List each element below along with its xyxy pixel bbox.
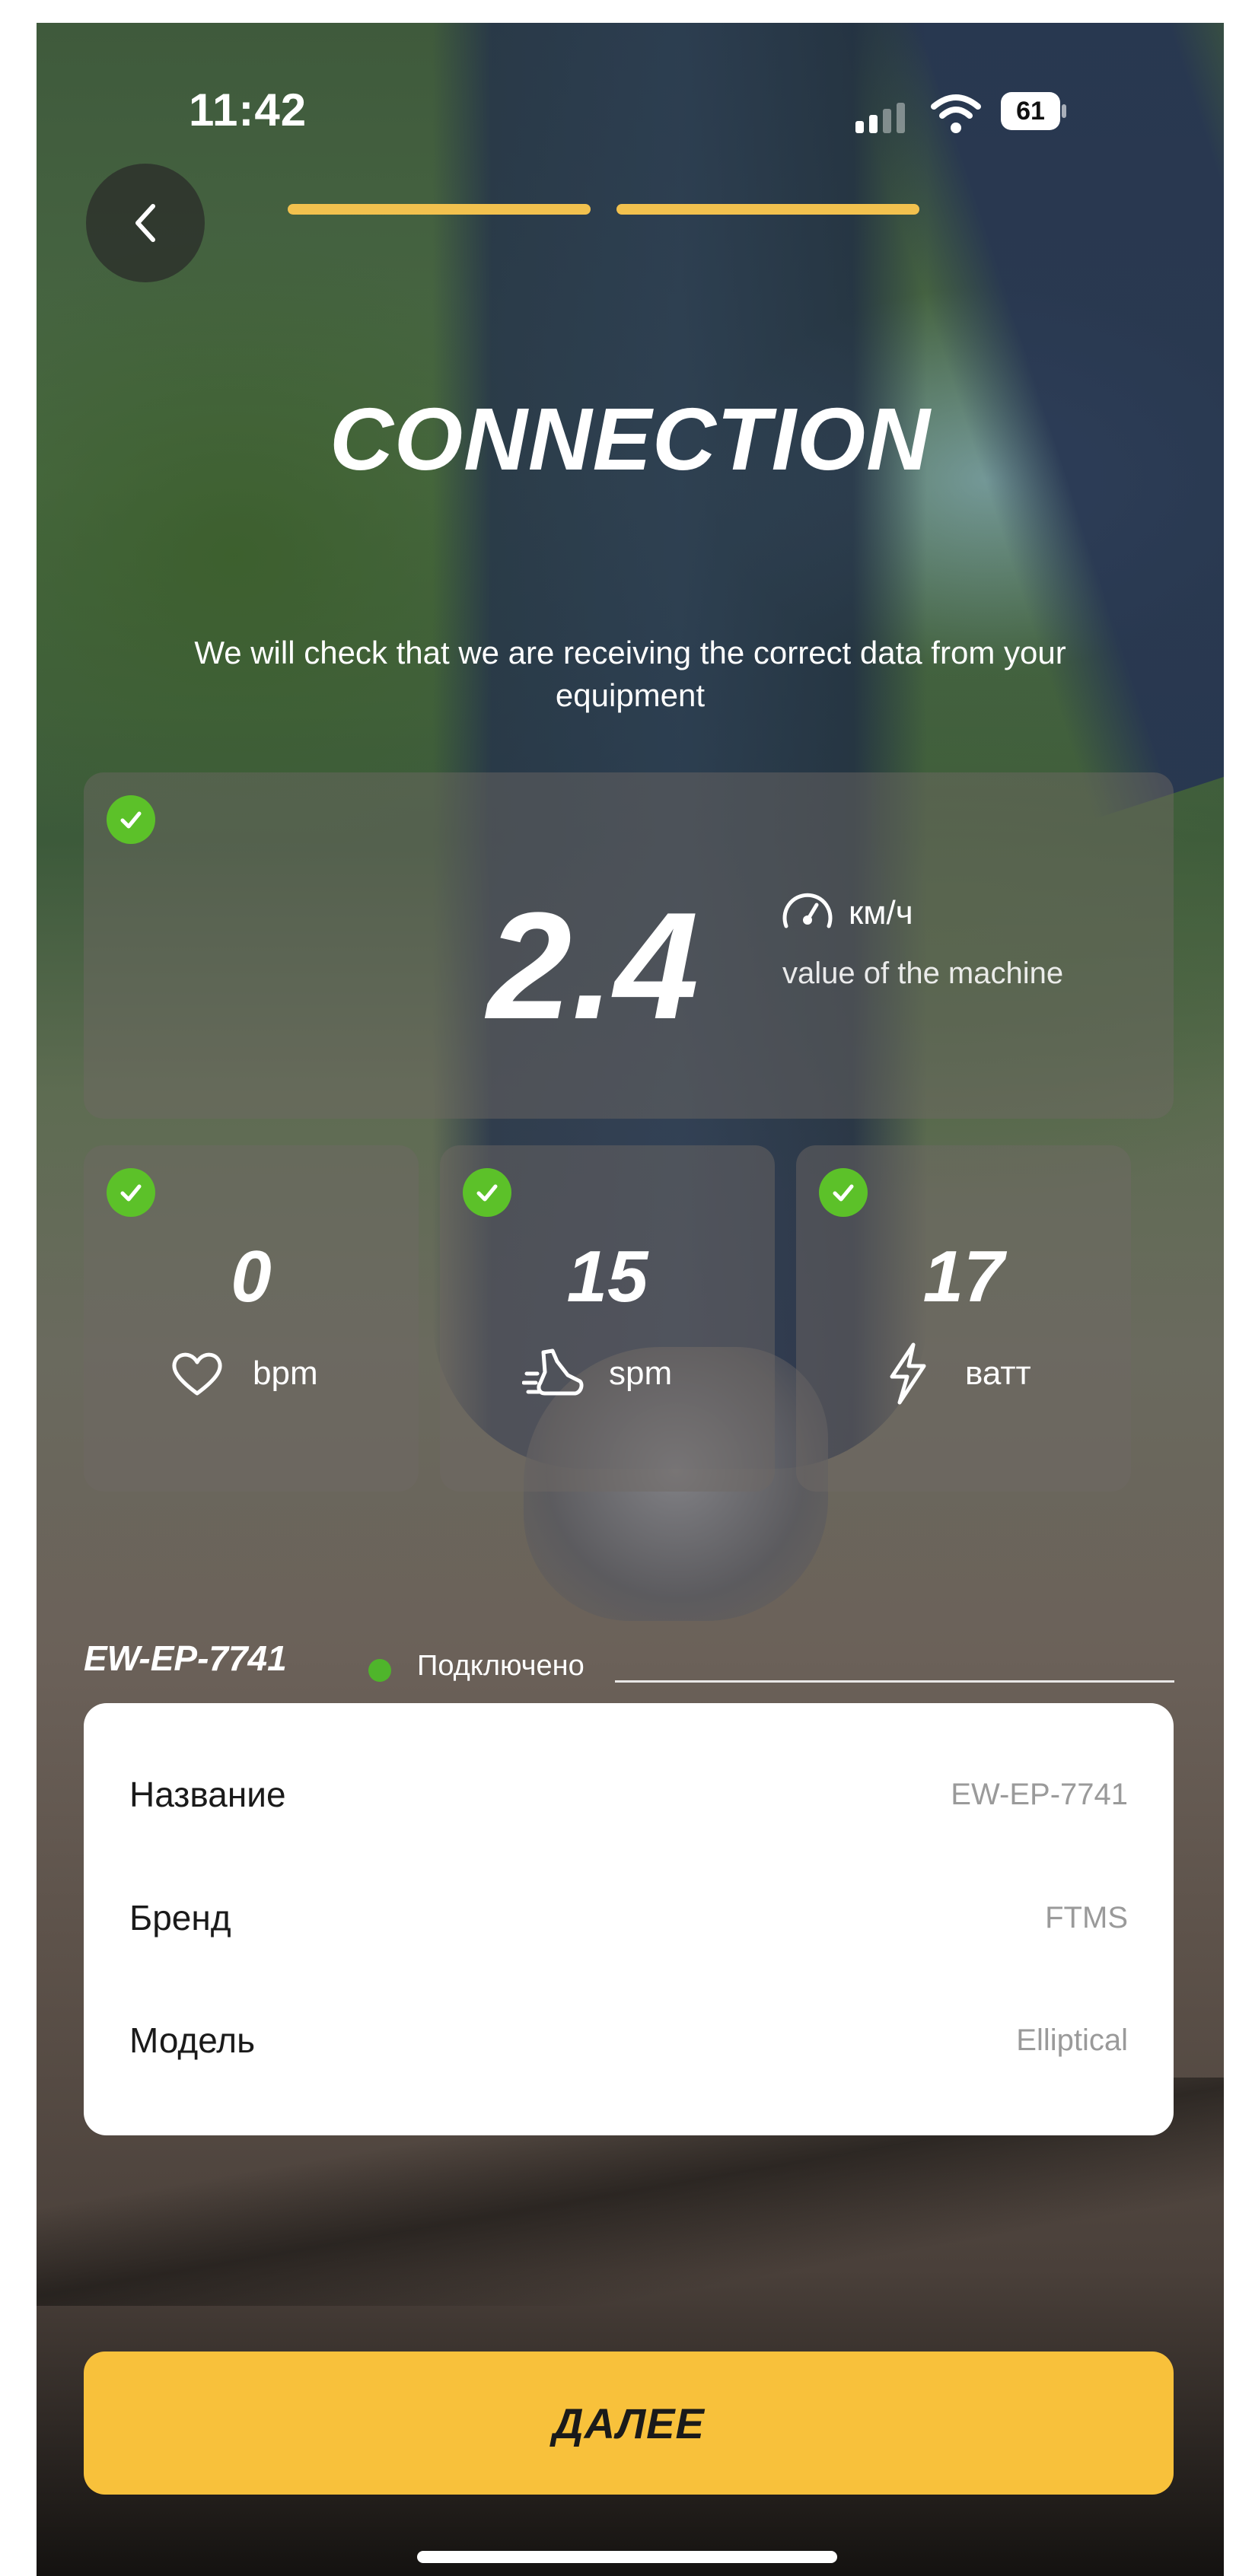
- speed-unit: км/ч: [849, 894, 913, 931]
- next-button[interactable]: ДАЛЕЕ: [84, 2352, 1174, 2495]
- metric-value: 17: [922, 1236, 1005, 1317]
- speedometer-icon: [782, 893, 833, 928]
- battery-icon: 61: [1000, 91, 1067, 131]
- metric-card-cadence: 15 spm: [440, 1145, 775, 1492]
- page-title: CONNECTION: [330, 390, 931, 489]
- metric-card-heart-rate: 0 bpm: [84, 1145, 419, 1492]
- metric-unit: bpm: [253, 1355, 318, 1392]
- heart-icon: [172, 1352, 222, 1396]
- app-screen: 11:42 61 CONNECTION We will check that w…: [37, 23, 1224, 2576]
- speed-caption: value of the machine: [782, 957, 1064, 990]
- info-value: Elliptical: [1016, 2024, 1128, 2057]
- status-time: 11:42: [189, 84, 307, 135]
- wifi-icon: [931, 94, 981, 133]
- metric-value: 0: [231, 1236, 272, 1317]
- check-circle-icon: [819, 1168, 868, 1217]
- info-label: Модель: [129, 2020, 256, 2060]
- cellular-signal-icon: [855, 103, 905, 133]
- progress-step-1: [288, 204, 591, 215]
- back-button[interactable]: [86, 164, 205, 282]
- connected-status-dot: [368, 1659, 391, 1682]
- progress-step-2: [616, 204, 919, 215]
- check-circle-icon: [463, 1168, 511, 1217]
- home-indicator: [417, 2551, 837, 2563]
- check-circle-icon: [107, 1168, 155, 1217]
- speed-card: 2.4 км/ч value of the machine: [84, 772, 1174, 1119]
- metric-unit: spm: [609, 1355, 673, 1392]
- info-label: Бренд: [129, 1898, 231, 1938]
- device-info-card: Название EW-EP-7741 Бренд FTMS Модель El…: [84, 1703, 1174, 2135]
- battery-level: 61: [1016, 97, 1045, 126]
- speed-value: 2.4: [487, 881, 699, 1051]
- device-name: EW-EP-7741: [84, 1638, 287, 1678]
- info-value: FTMS: [1045, 1901, 1128, 1934]
- page-subtitle: We will check that we are receiving the …: [194, 635, 1066, 713]
- divider: [615, 1680, 1174, 1683]
- running-shoe-icon: [522, 1348, 584, 1396]
- info-row-model: Модель Elliptical: [84, 2002, 1174, 2078]
- metric-card-power: 17 ватт: [796, 1145, 1131, 1492]
- connection-status: Подключено: [417, 1650, 585, 1682]
- chevron-left-icon: [135, 204, 155, 242]
- lightning-icon: [890, 1342, 926, 1405]
- metric-unit: ватт: [965, 1355, 1031, 1392]
- info-row-brand: Бренд FTMS: [84, 1880, 1174, 1956]
- metric-value: 15: [566, 1236, 648, 1317]
- info-label: Название: [129, 1775, 286, 1814]
- check-circle-icon: [107, 795, 155, 844]
- info-value: EW-EP-7741: [951, 1778, 1128, 1811]
- info-row-name: Название EW-EP-7741: [84, 1756, 1174, 1832]
